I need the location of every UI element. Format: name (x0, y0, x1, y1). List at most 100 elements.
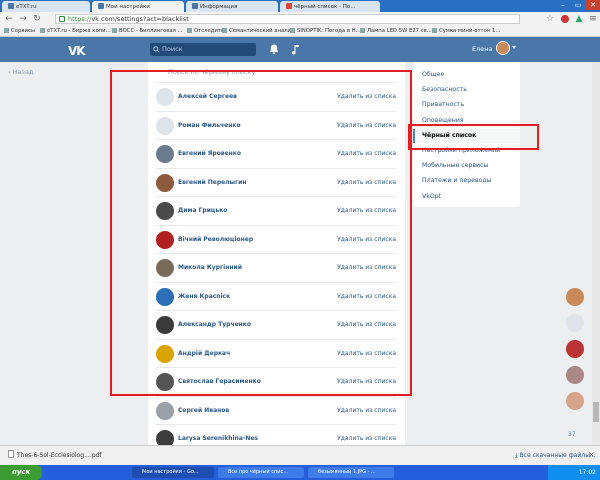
remove-from-list-button[interactable]: Удалить из списка (337, 122, 396, 129)
reload-icon[interactable]: ↻ (32, 14, 42, 24)
forward-arrow-icon[interactable]: → (18, 14, 28, 24)
blacklist-user-name[interactable]: Роман Фильченко (178, 122, 241, 129)
bell-icon[interactable] (268, 43, 280, 55)
remove-from-list-button[interactable]: Удалить из списка (337, 236, 396, 243)
blacklist-user-name[interactable]: Микола Кургінний (178, 264, 242, 271)
remove-from-list-button[interactable]: Удалить из списка (337, 407, 396, 414)
blacklist-user-name[interactable]: Андрій Деркач (178, 350, 230, 357)
blacklist-avatar[interactable] (156, 230, 174, 249)
user-avatar[interactable] (496, 41, 510, 55)
blacklist-user-name[interactable]: Сергей Иванов (178, 407, 229, 414)
taskbar-item-article[interactable]: Все про чёрный спис... (218, 467, 304, 478)
blacklist-avatar[interactable] (156, 145, 174, 163)
blacklist-avatar[interactable] (156, 173, 174, 192)
bookmark-semantic[interactable]: Семантический анализ (222, 27, 294, 36)
remove-from-list-button[interactable]: Удалить из списка (337, 207, 396, 214)
settings-menu-item[interactable]: Настройки приложений (413, 144, 520, 158)
taskbar-item-chrome[interactable]: Мои настройки - Go... (132, 467, 214, 478)
blacklist-row: Алексей Сергеев Удалить из списка (156, 82, 396, 110)
blacklist-avatar[interactable] (156, 316, 174, 334)
blacklist-avatar[interactable] (156, 116, 174, 135)
blacklist-user-name[interactable]: Алексей Сергеев (178, 93, 237, 100)
download-item[interactable]: Thes-6-Sol-Ecclesiolog....pdf (8, 450, 101, 462)
drive-icon[interactable]: ▲ (574, 14, 584, 24)
blacklist-avatar[interactable] (156, 259, 174, 277)
extension-icon[interactable] (560, 14, 570, 24)
bookmark-lamp[interactable]: Лампа LED 5W E27 св... (360, 27, 432, 36)
blacklist-search-input[interactable]: Поиск по чёрному списку (158, 66, 394, 78)
blacklist-avatar[interactable] (156, 401, 174, 420)
address-bar-row: ← → ↻ https://vk.com/settings?act=blackl… (0, 12, 600, 26)
close-icon[interactable]: × (588, 450, 595, 459)
blacklist-user-name[interactable]: Дима Грицько (178, 207, 227, 214)
bookmark-etxt[interactable]: eTXT.ru - Биржа копи... (40, 27, 111, 36)
music-icon[interactable] (290, 43, 302, 55)
blacklist-user-name[interactable]: Вічний Революціонер (178, 236, 253, 243)
blacklist-row: Микола Кургінний Удалить из списка (156, 253, 396, 281)
settings-menu-item[interactable]: Оповещения (413, 114, 520, 128)
minimize-button[interactable]: – (556, 0, 570, 10)
star-icon[interactable]: ☆ (545, 14, 555, 24)
chat-avatar[interactable] (566, 340, 584, 358)
vk-logo[interactable]: VK (68, 44, 86, 58)
blacklist-avatar[interactable] (156, 373, 174, 391)
settings-menu-item[interactable]: Платежи и переводы (413, 174, 520, 188)
taskbar-item-image[interactable]: безымянный 1.JPG - ... (308, 467, 394, 478)
settings-menu-item[interactable]: Чёрный список (413, 128, 520, 143)
maximize-button[interactable]: ▭ (571, 0, 585, 10)
google-favicon-icon (286, 3, 292, 9)
remove-from-list-button[interactable]: Удалить из списка (337, 179, 396, 186)
browser-tab-blacklist-search[interactable]: чёрный список - По... (280, 1, 380, 12)
online-count[interactable]: 37 (568, 431, 576, 438)
user-name[interactable]: Елена (472, 45, 493, 53)
remove-from-list-button[interactable]: Удалить из списка (337, 264, 396, 271)
chat-avatar[interactable] (566, 314, 584, 332)
remove-from-list-button[interactable]: Удалить из списка (337, 293, 396, 300)
chat-avatar[interactable] (566, 366, 584, 384)
bookmark-voss[interactable]: ВОСС - Биллинговая ... (112, 27, 183, 36)
vk-search-input[interactable]: Поиск (150, 43, 256, 56)
blacklist-avatar[interactable] (156, 202, 174, 220)
settings-menu-item[interactable]: VkOpt (413, 190, 520, 204)
blacklist-user-name[interactable]: Женя Краспіск (178, 293, 230, 300)
blacklist-user-name[interactable]: Евгений Яровенко (178, 150, 241, 157)
close-window-button[interactable]: ✕ (586, 0, 600, 10)
chat-avatar[interactable] (566, 392, 584, 410)
blacklist-avatar[interactable] (156, 344, 174, 363)
bookmark-bag[interactable]: Сумка мини-оттон 1... (432, 27, 500, 36)
settings-menu: Общее Безопасность Приватность Оповещения Чё… (413, 62, 520, 207)
back-link[interactable]: ‹ Назад (8, 68, 33, 76)
chevron-down-icon[interactable] (512, 46, 516, 49)
page-scrollbar[interactable] (592, 62, 600, 456)
remove-from-list-button[interactable]: Удалить из списка (337, 93, 396, 100)
start-button[interactable]: пуск (0, 465, 42, 480)
remove-from-list-button[interactable]: Удалить из списка (337, 378, 396, 385)
blacklist-user-name[interactable]: Александр Турченко (178, 321, 251, 328)
blacklist-avatar[interactable] (156, 88, 174, 106)
browser-tab-info[interactable]: Информация (186, 1, 278, 12)
remove-from-list-button[interactable]: Удалить из списка (337, 435, 396, 442)
blacklist-avatar[interactable] (156, 287, 174, 306)
chat-avatar[interactable] (566, 288, 584, 306)
bookmarks-bar: Сервисы eTXT.ru - Биржа копи... ВОСС - Б… (0, 26, 600, 37)
remove-from-list-button[interactable]: Удалить из списка (337, 150, 396, 157)
blacklist-user-name[interactable]: Евгений Перелыгин (178, 179, 247, 186)
remove-from-list-button[interactable]: Удалить из списка (337, 350, 396, 357)
scrollbar-thumb[interactable] (593, 402, 599, 422)
show-all-downloads-link[interactable]: ⤓ Все скачанные файлы... (515, 450, 596, 462)
settings-menu-item[interactable]: Безопасность (413, 83, 520, 97)
settings-menu-item[interactable]: Приватность (413, 98, 520, 112)
blacklist-user-name[interactable]: Larysa Serenikhina-Nes (178, 435, 258, 442)
settings-menu-item[interactable]: Мобильные сервисы (413, 159, 520, 173)
browser-tab-settings[interactable]: Мои настройки (92, 1, 184, 12)
browser-tab-etxt[interactable]: eTXT.ru (2, 1, 90, 12)
menu-icon[interactable]: ≡ (588, 14, 598, 24)
url-input[interactable]: https://vk.com/settings?act=blacklist (55, 14, 520, 24)
bookmark-services[interactable]: Сервисы (4, 27, 35, 36)
bookmark-track[interactable]: Отследить (187, 27, 224, 36)
bookmark-sinoptik[interactable]: SINOPTIK: Погода в Н... (290, 27, 361, 36)
remove-from-list-button[interactable]: Удалить из списка (337, 321, 396, 328)
back-arrow-icon[interactable]: ← (4, 14, 14, 24)
blacklist-user-name[interactable]: Святослав Герасименко (178, 378, 261, 385)
settings-menu-item[interactable]: Общее (413, 68, 520, 82)
